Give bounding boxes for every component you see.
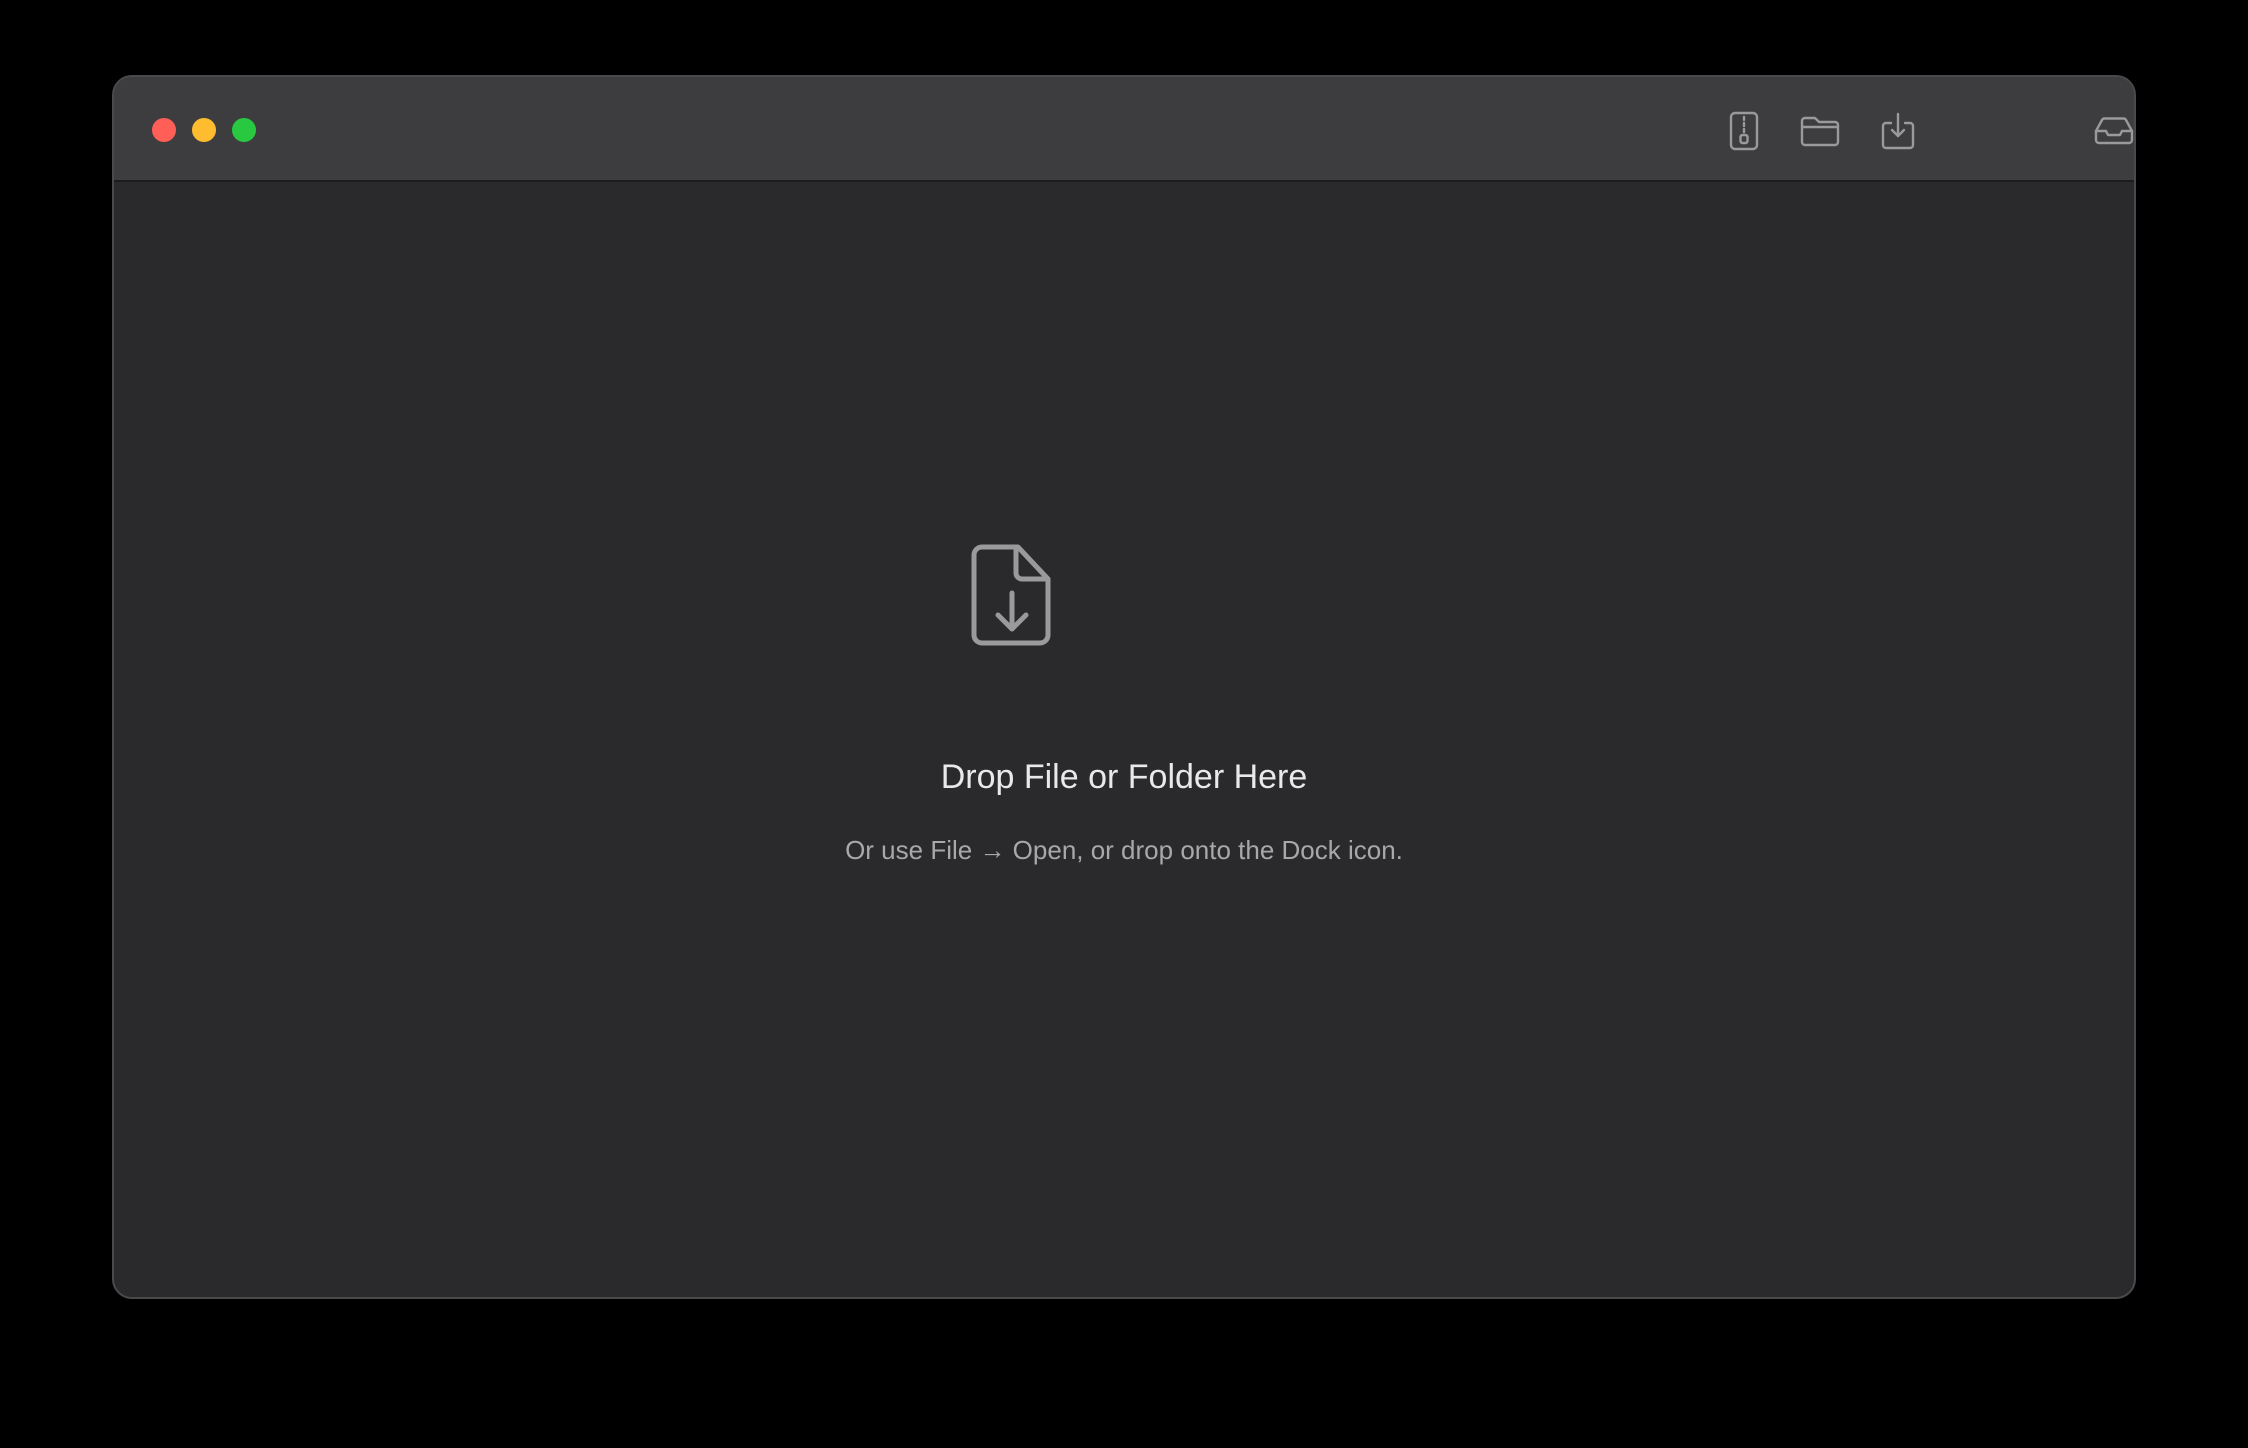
archive-icon	[1728, 111, 1760, 151]
minimize-window-button[interactable]	[192, 118, 216, 142]
inbox-button[interactable]	[2090, 107, 2134, 155]
zoom-window-button[interactable]	[232, 118, 256, 142]
archive-button[interactable]	[1720, 107, 1768, 155]
app-window	[112, 75, 2136, 1299]
drop-zone[interactable]	[114, 182, 2134, 1297]
drop-title: Drop File or Folder Here	[940, 758, 1308, 796]
document-download-icon	[970, 543, 1054, 647]
folder-icon	[1799, 114, 1841, 148]
titlebar[interactable]	[114, 77, 2134, 182]
open-folder-button[interactable]	[1796, 107, 1844, 155]
close-window-button[interactable]	[152, 118, 176, 142]
drop-subtitle: Or use File → Open, or drop onto the Doc…	[845, 835, 1403, 865]
inbox-tray-icon	[2093, 115, 2134, 147]
extract-button[interactable]	[1874, 107, 1922, 155]
download-tray-icon	[1880, 111, 1916, 151]
